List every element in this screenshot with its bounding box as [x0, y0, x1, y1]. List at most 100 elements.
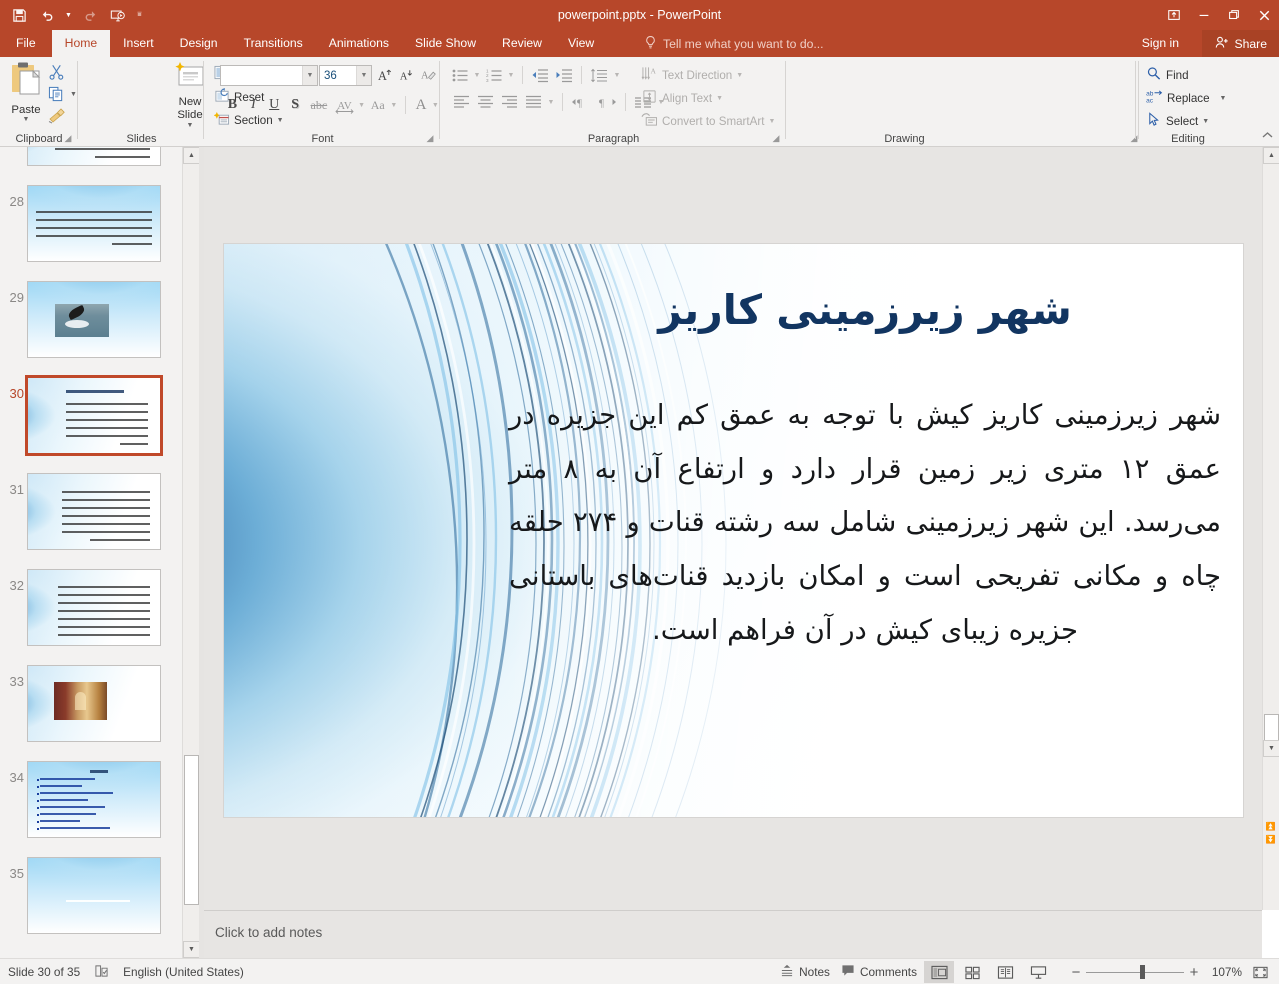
bold-button[interactable]: B: [222, 97, 243, 113]
tab-view[interactable]: View: [555, 30, 607, 57]
current-slide[interactable]: شهر زیرزمینی کاریز شهر زیرزمینی کاریز کی…: [223, 243, 1244, 818]
replace-button[interactable]: ab ac Replace ▼: [1146, 89, 1226, 107]
tell-me-search[interactable]: Tell me what you want to do...: [644, 30, 824, 57]
cut-button[interactable]: [48, 63, 65, 80]
clear-formatting-button[interactable]: A: [420, 67, 437, 89]
thumbnail-preview[interactable]: [27, 665, 161, 742]
copy-button[interactable]: ▼: [48, 86, 77, 102]
character-spacing-button[interactable]: AV: [332, 96, 357, 114]
slide-scroll-up-icon[interactable]: ▲: [1263, 147, 1279, 164]
tab-insert[interactable]: Insert: [110, 30, 166, 57]
ribbon-display-options-icon[interactable]: [1159, 0, 1189, 30]
italic-button[interactable]: I: [243, 97, 264, 113]
next-slide-icon[interactable]: ⏬: [1266, 835, 1276, 844]
thumbnails-scroll-thumb[interactable]: [184, 755, 199, 905]
thumbnail-preview-selected[interactable]: [25, 375, 163, 456]
increase-indent-button[interactable]: [552, 68, 576, 83]
font-color-button[interactable]: A: [412, 97, 431, 114]
close-icon[interactable]: [1249, 0, 1279, 30]
notes-placeholder[interactable]: Click to add notes: [215, 925, 322, 940]
text-direction-button[interactable]: A Text Direction ▼: [641, 66, 743, 84]
font-name-combobox[interactable]: ▼: [220, 65, 318, 86]
slide-thumbnails-pane[interactable]: 27 28 29 30: [0, 147, 182, 958]
increase-font-size-button[interactable]: A: [377, 67, 394, 89]
replace-dropdown-icon[interactable]: ▼: [1220, 95, 1227, 102]
bullets-dropdown-icon[interactable]: ▼: [471, 72, 483, 79]
align-right-button[interactable]: [497, 95, 521, 109]
select-button[interactable]: Select ▼: [1146, 112, 1209, 130]
convert-to-smartart-dropdown-icon[interactable]: ▼: [768, 118, 775, 125]
text-direction-dropdown-icon[interactable]: ▼: [736, 72, 743, 79]
decrease-font-size-button[interactable]: A: [398, 67, 415, 89]
collapse-ribbon-button[interactable]: [1261, 130, 1274, 144]
justify-button[interactable]: [521, 95, 545, 109]
slide-sorter-button[interactable]: [957, 961, 987, 983]
font-size-dropdown-icon[interactable]: ▼: [356, 66, 371, 85]
slide-vertical-scrollbar[interactable]: ▲ ▼: [1262, 147, 1279, 910]
bullets-button[interactable]: [449, 68, 471, 83]
thumbnail-preview[interactable]: [27, 147, 161, 166]
thumbnail-preview[interactable]: [27, 761, 161, 838]
convert-to-smartart-button[interactable]: Convert to SmartArt ▼: [641, 112, 775, 130]
line-spacing-button[interactable]: [587, 68, 611, 83]
reading-view-button[interactable]: [990, 961, 1020, 983]
decrease-indent-button[interactable]: [528, 68, 552, 83]
minimize-icon[interactable]: [1189, 0, 1219, 30]
tab-slide-show[interactable]: Slide Show: [402, 30, 489, 57]
paste-dropdown-icon[interactable]: ▼: [23, 116, 30, 123]
thumbnail-preview[interactable]: [27, 569, 161, 646]
zoom-slider-thumb[interactable]: [1140, 965, 1145, 979]
align-text-dropdown-icon[interactable]: ▼: [716, 95, 723, 102]
thumbnail-preview[interactable]: [27, 281, 161, 358]
rtl-text-direction-button[interactable]: ¶: [594, 95, 620, 109]
slide-navigation-buttons[interactable]: ⏫ ⏬: [1262, 820, 1279, 876]
zoom-level-label[interactable]: 107%: [1204, 965, 1242, 979]
select-dropdown-icon[interactable]: ▼: [1202, 118, 1209, 125]
slide-indicator[interactable]: Slide 30 of 35: [8, 965, 80, 979]
thumbnails-scroll-down-icon[interactable]: ▼: [183, 941, 200, 958]
thumbnails-scrollbar[interactable]: ▲ ▼: [182, 147, 200, 958]
normal-view-button[interactable]: [924, 961, 954, 983]
spell-check-icon[interactable]: [94, 964, 109, 981]
align-center-button[interactable]: [473, 95, 497, 109]
change-case-dropdown-icon[interactable]: ▼: [389, 102, 399, 109]
slide-title-text[interactable]: شهر زیرزمینی کاریز: [515, 286, 1215, 335]
slide-editing-stage[interactable]: شهر زیرزمینی کاریز شهر زیرزمینی کاریز کی…: [204, 147, 1262, 910]
sign-in-button[interactable]: Sign in: [1142, 30, 1179, 57]
thumbnails-scroll-up-icon[interactable]: ▲: [183, 147, 200, 164]
text-shadow-button[interactable]: S: [285, 97, 306, 113]
line-spacing-dropdown-icon[interactable]: ▼: [611, 72, 623, 79]
thumbnail-preview[interactable]: [27, 857, 161, 934]
font-dialog-launcher[interactable]: ◢: [424, 132, 436, 144]
zoom-out-button[interactable]: −: [1069, 964, 1083, 981]
tab-file[interactable]: File: [0, 30, 52, 57]
thumbnail-preview[interactable]: [27, 185, 161, 262]
language-indicator[interactable]: English (United States): [123, 965, 244, 979]
tab-transitions[interactable]: Transitions: [231, 30, 316, 57]
share-button[interactable]: Share: [1202, 30, 1279, 57]
thumbnail-preview[interactable]: [27, 473, 161, 550]
font-name-dropdown-icon[interactable]: ▼: [302, 66, 317, 85]
find-button[interactable]: Find: [1146, 66, 1189, 84]
copy-dropdown-icon[interactable]: ▼: [70, 91, 77, 98]
align-dropdown-icon[interactable]: ▼: [545, 99, 557, 106]
restore-icon[interactable]: [1219, 0, 1249, 30]
fit-slide-to-window-button[interactable]: [1245, 961, 1275, 983]
comments-button[interactable]: Comments: [837, 959, 921, 984]
paragraph-dialog-launcher[interactable]: ◢: [770, 132, 782, 144]
underline-button[interactable]: U: [264, 97, 285, 113]
clipboard-dialog-launcher[interactable]: ◢: [62, 132, 74, 144]
tab-review[interactable]: Review: [489, 30, 555, 57]
font-size-combobox[interactable]: 36 ▼: [319, 65, 372, 86]
change-case-button[interactable]: Aa: [366, 98, 389, 113]
align-left-button[interactable]: [449, 95, 473, 109]
notes-pane[interactable]: Click to add notes: [204, 910, 1262, 958]
numbering-dropdown-icon[interactable]: ▼: [505, 72, 517, 79]
notes-button[interactable]: Notes: [776, 959, 834, 984]
tab-animations[interactable]: Animations: [316, 30, 402, 57]
paste-button[interactable]: Paste ▼: [6, 61, 46, 129]
character-spacing-dropdown-icon[interactable]: ▼: [357, 102, 367, 109]
zoom-in-button[interactable]: +: [1187, 964, 1201, 981]
slide-scroll-down-icon[interactable]: ▼: [1263, 740, 1279, 757]
new-slide-dropdown-icon[interactable]: ▼: [187, 122, 194, 129]
